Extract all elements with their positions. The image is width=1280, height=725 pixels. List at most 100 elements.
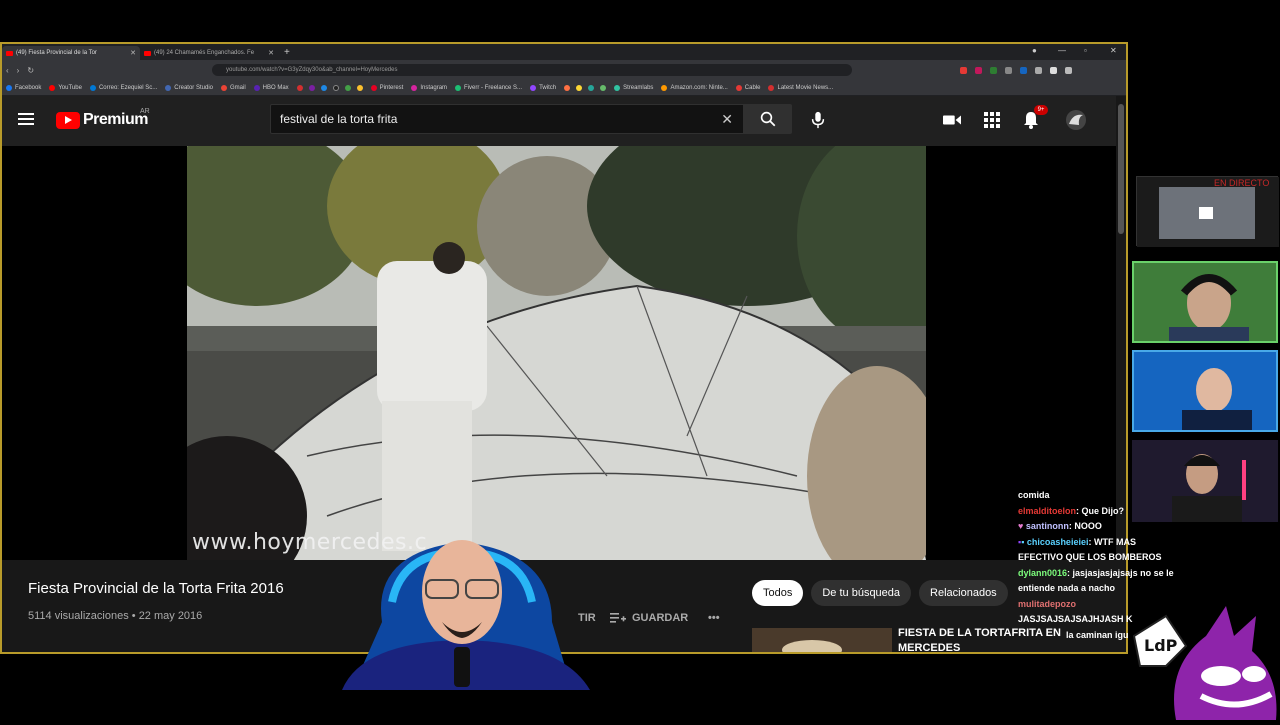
reload-icon[interactable]: ↻ xyxy=(27,66,34,75)
chip-todos[interactable]: Todos xyxy=(752,580,804,606)
search-input[interactable]: festival de la torta frita ✕ xyxy=(270,104,744,134)
region-code: AR xyxy=(140,108,150,115)
chat-message: ♥ santinonn: NOOO xyxy=(1018,521,1102,531)
close-window-icon[interactable]: ✕ xyxy=(1110,46,1117,55)
thumbnail-image xyxy=(752,628,892,652)
chat-username[interactable]: chicoasheieiei xyxy=(1027,537,1089,547)
apps-button[interactable] xyxy=(980,108,1004,132)
bookmark-item[interactable]: Streamlabs xyxy=(614,84,653,91)
bookmark-item[interactable]: Twitch xyxy=(530,84,556,91)
related-video-thumbnail[interactable] xyxy=(752,628,892,652)
chat-username[interactable]: dylann0016 xyxy=(1018,568,1067,578)
new-tab-icon[interactable]: + xyxy=(284,47,290,58)
bookmark-item[interactable]: HBO Max xyxy=(253,84,289,91)
bookmark-item[interactable]: Fiverr - Freelance S... xyxy=(455,84,522,91)
bookmark-item[interactable]: Amazon.com: Ninte... xyxy=(661,84,728,91)
instagram-icon xyxy=(411,84,418,91)
url-input[interactable]: youtube.com/watch?v=G3yZdqy30o&ab_channe… xyxy=(212,64,853,76)
close-tab-icon[interactable]: ✕ xyxy=(268,49,274,57)
news-icon xyxy=(768,84,775,91)
guest-webcam-2 xyxy=(1132,350,1278,432)
chat-username[interactable]: santinonn xyxy=(1026,521,1069,531)
streamer-webcam xyxy=(322,512,602,690)
bookmark-item[interactable]: Cable xyxy=(735,84,760,91)
tab-inactive[interactable]: (49) 24 Chamamés Enganchados. Fe ✕ xyxy=(140,46,278,60)
extension-icon[interactable] xyxy=(975,66,983,74)
guest-2-image xyxy=(1134,352,1276,430)
cable-icon xyxy=(735,84,742,91)
view-count: 5114 visualizaciones xyxy=(28,610,129,622)
extension-icon[interactable] xyxy=(990,66,998,74)
chat-username[interactable]: mulitadepozo xyxy=(1018,599,1076,609)
search-query-text: festival de la torta frita xyxy=(280,112,398,126)
bookmark-icon[interactable] xyxy=(600,84,607,91)
guest-1-image xyxy=(1134,263,1276,341)
channel-mascot: LdP xyxy=(1126,596,1280,720)
bookmark-item[interactable]: Gmail xyxy=(220,84,246,91)
playlist-add-icon xyxy=(610,613,626,623)
save-button[interactable]: GUARDAR xyxy=(610,612,688,624)
address-bar: ‹ › ↻ youtube.com/watch?v=G3yZdqy30o&ab_… xyxy=(2,60,1126,80)
youtube-premium-logo[interactable]: Premium AR xyxy=(56,108,150,129)
guest-webcam-1 xyxy=(1132,261,1278,343)
chip-relacionados[interactable]: Relacionados xyxy=(919,580,1008,606)
bookmark-item[interactable]: Latest Movie News... xyxy=(768,84,833,91)
clear-search-icon[interactable]: ✕ xyxy=(721,111,733,128)
chip-de-tu-busqueda[interactable]: De tu búsqueda xyxy=(811,580,912,606)
close-tab-icon[interactable]: ✕ xyxy=(130,49,136,57)
create-video-button[interactable] xyxy=(940,108,964,132)
tab-label: (49) 24 Chamamés Enganchados. Fe xyxy=(154,50,255,56)
bookmark-icon[interactable] xyxy=(332,84,339,91)
chat-username[interactable]: elmalditoelon xyxy=(1018,506,1076,516)
bookmark-item[interactable]: Facebook xyxy=(6,84,41,91)
search-button[interactable] xyxy=(744,104,792,134)
account-avatar[interactable] xyxy=(1064,108,1088,132)
bookmark-icon[interactable] xyxy=(588,84,595,91)
more-actions-icon[interactable]: ••• xyxy=(708,612,720,624)
video-frame[interactable]: www.hoymercedes.c xyxy=(187,146,926,560)
video-player[interactable]: www.hoymercedes.c xyxy=(2,146,1116,560)
bookmark-icon[interactable] xyxy=(356,84,363,91)
gmail-icon xyxy=(220,84,227,91)
voice-search-button[interactable] xyxy=(806,108,830,132)
bookmark-icon[interactable] xyxy=(308,84,315,91)
bookmark-icon[interactable] xyxy=(576,84,583,91)
bookmark-item[interactable]: YouTube xyxy=(49,84,82,91)
heart-badge-icon: ♥ xyxy=(1018,521,1024,531)
extension-icon[interactable] xyxy=(960,66,968,74)
minimize-icon[interactable]: — xyxy=(1058,46,1066,55)
apps-grid-icon xyxy=(984,112,1000,128)
scrollbar-thumb[interactable] xyxy=(1118,104,1124,234)
tab-active[interactable]: (49) Fiesta Provincial de la Tor ✕ xyxy=(2,46,140,60)
chat-message: ▪▪ chicoasheieiei: WTF MAS EFECTIVO QUE … xyxy=(1018,536,1162,563)
extensions-puzzle-icon[interactable] xyxy=(1050,66,1058,74)
maximize-icon[interactable]: ▫ xyxy=(1084,46,1087,55)
bookmark-item[interactable]: Instagram xyxy=(411,84,447,91)
extension-icon[interactable] xyxy=(1035,66,1043,74)
video-title: Fiesta Provincial de la Torta Frita 2016 xyxy=(28,580,284,597)
video-camera-icon xyxy=(943,115,961,125)
youtube-logo-icon xyxy=(56,111,80,129)
back-icon[interactable]: ‹ xyxy=(6,66,9,75)
profile-icon[interactable]: ● xyxy=(1032,46,1037,55)
mascot-icon: LdP xyxy=(1132,606,1277,720)
extension-icon[interactable] xyxy=(1005,66,1013,74)
logo-text: Premium xyxy=(83,111,148,128)
bookmark-item[interactable]: Correo: Ezequiel Sc... xyxy=(89,84,157,91)
forward-icon[interactable]: › xyxy=(17,66,20,75)
bookmark-item[interactable]: Pinterest xyxy=(370,84,403,91)
tab-label: (49) Fiesta Provincial de la Tor xyxy=(16,50,97,56)
bookmark-icon[interactable] xyxy=(296,84,303,91)
spotify-icon[interactable] xyxy=(344,84,351,91)
extension-icon[interactable] xyxy=(1020,66,1028,74)
streamer-image xyxy=(342,540,590,690)
bookmark-icon[interactable] xyxy=(320,84,327,91)
bookmark-item[interactable]: Creator Studio xyxy=(165,84,213,91)
menu-icon[interactable] xyxy=(18,113,34,125)
menu-dots-icon[interactable] xyxy=(1065,66,1073,74)
bookmark-icon[interactable] xyxy=(564,84,571,91)
streamlabs-icon xyxy=(614,84,621,91)
twitch-icon xyxy=(530,84,537,91)
search-icon xyxy=(760,111,776,127)
live-badge: EN DIRECTO xyxy=(1214,178,1270,188)
